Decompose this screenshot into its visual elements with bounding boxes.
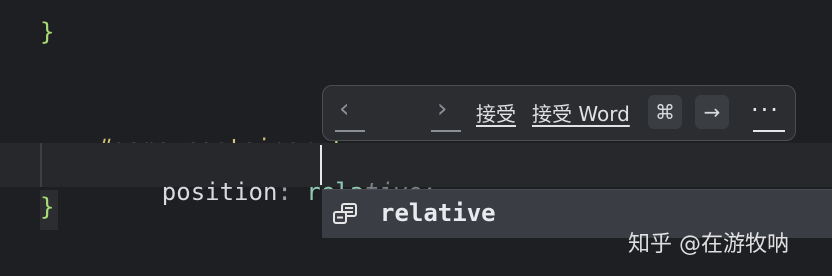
colon: : bbox=[277, 178, 292, 206]
accept-button[interactable]: 接受 bbox=[476, 98, 516, 127]
indent-guide bbox=[40, 143, 42, 187]
closing-brace: } bbox=[40, 18, 55, 46]
text-caret bbox=[320, 145, 322, 185]
arrow-right-key-icon: → bbox=[695, 95, 729, 129]
closing-brace: } bbox=[40, 193, 55, 221]
clipped-previous-line bbox=[40, 0, 600, 4]
prev-underline bbox=[335, 130, 365, 132]
more-underline bbox=[753, 130, 785, 132]
css-property: position bbox=[161, 178, 278, 206]
watermark: 知乎 @在游牧呐 bbox=[628, 232, 789, 257]
css-property-value-icon bbox=[333, 203, 357, 224]
next-underline bbox=[431, 130, 461, 132]
inline-suggestion-toolbar: ‹ › 接受 接受 Word ⌘ → ··· bbox=[322, 85, 796, 141]
command-key-icon: ⌘ bbox=[648, 95, 682, 129]
chevron-right-icon[interactable]: › bbox=[437, 94, 447, 124]
completion-item-label: relative bbox=[380, 199, 496, 227]
more-options-button[interactable]: ··· bbox=[751, 96, 780, 124]
chevron-left-icon[interactable]: ‹ bbox=[339, 94, 349, 124]
accept-word-button[interactable]: 接受 Word bbox=[532, 98, 630, 127]
